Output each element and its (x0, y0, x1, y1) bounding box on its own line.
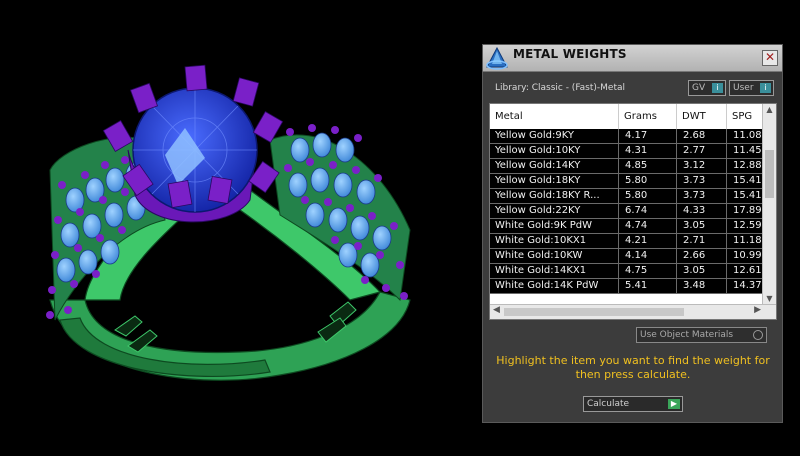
cell-dwt: 3.73 (676, 189, 705, 204)
cell-metal: Yellow Gold:10KY (495, 145, 581, 156)
cell-metal: Yellow Gold:9KY (495, 130, 574, 141)
cell-spg: 11.45 (726, 144, 762, 159)
cell-metal: White Gold:14KX1 (495, 265, 587, 276)
panel-title: METAL WEIGHTS (513, 47, 627, 61)
table-header: Metal Grams DWT SPG (490, 104, 764, 130)
cell-grams: 5.80 (618, 189, 647, 204)
user-toggle-label: User (733, 83, 754, 93)
cell-metal: Yellow Gold:14KY (495, 160, 581, 171)
column-header-grams[interactable]: Grams (624, 111, 657, 122)
cell-spg: 17.89 (726, 204, 762, 219)
cell-grams: 4.31 (618, 144, 647, 159)
cell-dwt: 3.73 (676, 174, 705, 189)
column-header-spg[interactable]: SPG (732, 111, 752, 122)
panel-titlebar[interactable]: METAL WEIGHTS ✕ (483, 45, 782, 72)
instruction-text: Highlight the item you want to find the … (496, 354, 770, 381)
vertical-scrollbar[interactable]: ▲ ▼ (762, 104, 776, 304)
cell-spg: 15.41 (726, 189, 762, 204)
gv-toggle-label: GV (692, 83, 706, 93)
3d-viewport[interactable] (0, 0, 480, 452)
gv-toggle[interactable]: GV i (688, 80, 726, 96)
metal-weights-panel: METAL WEIGHTS ✕ Library: Classic - (Fast… (482, 44, 783, 423)
cell-grams: 4.75 (618, 264, 647, 279)
metal-table[interactable]: Metal Grams DWT SPG Yellow Gold:9KY 4.17 2… (489, 103, 777, 320)
column-header-dwt[interactable]: DWT (682, 111, 706, 122)
cell-grams: 6.74 (618, 204, 647, 219)
table-row[interactable]: White Gold:14KX1 4.75 3.05 12.61 (490, 264, 764, 279)
cell-grams: 4.74 (618, 219, 647, 234)
horizontal-scroll-thumb[interactable] (504, 308, 684, 316)
cell-spg: 12.61 (726, 264, 762, 279)
cell-metal: White Gold:10KX1 (495, 235, 587, 246)
scroll-left-icon[interactable]: ◀ (493, 305, 500, 315)
use-object-materials-option[interactable]: Use Object Materials (636, 327, 767, 343)
cell-grams: 5.80 (618, 174, 647, 189)
calculate-label: Calculate (587, 399, 630, 409)
cell-spg: 12.88 (726, 159, 762, 174)
play-arrow-icon[interactable]: ▶ (668, 399, 680, 409)
cell-grams: 4.21 (618, 234, 647, 249)
cell-grams: 4.85 (618, 159, 647, 174)
cell-dwt: 3.05 (676, 264, 705, 279)
cell-metal: White Gold:9K PdW (495, 220, 592, 231)
table-row[interactable]: White Gold:10KW 4.14 2.66 10.99 (490, 249, 764, 264)
scroll-right-icon[interactable]: ▶ (754, 305, 761, 315)
scroll-up-icon[interactable]: ▲ (764, 105, 775, 114)
info-icon[interactable]: i (760, 83, 771, 93)
app-logo-icon (486, 46, 508, 70)
table-row[interactable]: White Gold:10KX1 4.21 2.71 11.18 (490, 234, 764, 249)
cell-metal: White Gold:14K PdW (495, 280, 599, 291)
table-row[interactable]: Yellow Gold:18KY 5.80 3.73 15.41 (490, 174, 764, 189)
table-body: Yellow Gold:9KY 4.17 2.68 11.08 Yellow Gold:… (490, 129, 764, 294)
cell-spg: 14.37 (726, 279, 762, 294)
info-icon[interactable]: i (712, 83, 723, 93)
user-toggle[interactable]: User i (729, 80, 774, 96)
cell-grams: 5.41 (618, 279, 647, 294)
close-icon[interactable]: ✕ (762, 50, 778, 66)
calculate-control[interactable]: Calculate ▶ (583, 396, 683, 412)
cell-grams: 4.17 (618, 129, 647, 144)
table-row[interactable]: Yellow Gold:14KY 4.85 3.12 12.88 (490, 159, 764, 174)
cell-dwt: 3.48 (676, 279, 705, 294)
radio-icon[interactable] (753, 330, 763, 340)
horizontal-scrollbar[interactable]: ◀ ▶ (490, 304, 776, 319)
cell-spg: 10.99 (726, 249, 762, 264)
cell-metal: Yellow Gold:18KY R... (495, 190, 600, 201)
table-row[interactable]: Yellow Gold:10KY 4.31 2.77 11.45 (490, 144, 764, 159)
ring-render (46, 64, 411, 381)
use-object-materials-label: Use Object Materials (640, 330, 734, 340)
cell-dwt: 3.12 (676, 159, 705, 174)
cell-spg: 12.59 (726, 219, 762, 234)
cell-dwt: 4.33 (676, 204, 705, 219)
cell-metal: Yellow Gold:18KY (495, 175, 581, 186)
cell-metal: Yellow Gold:22KY (495, 205, 581, 216)
table-row[interactable]: Yellow Gold:18KY R... 5.80 3.73 15.41 (490, 189, 764, 204)
cell-dwt: 2.68 (676, 129, 705, 144)
table-row[interactable]: Yellow Gold:9KY 4.17 2.68 11.08 (490, 129, 764, 144)
cell-dwt: 2.77 (676, 144, 705, 159)
cell-spg: 15.41 (726, 174, 762, 189)
table-row[interactable]: White Gold:9K PdW 4.74 3.05 12.59 (490, 219, 764, 234)
cell-dwt: 3.05 (676, 219, 705, 234)
cell-metal: White Gold:10KW (495, 250, 583, 261)
library-label: Library: Classic - (Fast)-Metal (495, 83, 626, 93)
scroll-down-icon[interactable]: ▼ (764, 294, 775, 303)
cell-grams: 4.14 (618, 249, 647, 264)
cell-dwt: 2.66 (676, 249, 705, 264)
table-row[interactable]: Yellow Gold:22KY 6.74 4.33 17.89 (490, 204, 764, 219)
vertical-scroll-thumb[interactable] (765, 150, 774, 198)
cell-dwt: 2.71 (676, 234, 705, 249)
cell-spg: 11.18 (726, 234, 762, 249)
column-header-metal[interactable]: Metal (495, 111, 523, 122)
table-row[interactable]: White Gold:14K PdW 5.41 3.48 14.37 (490, 279, 764, 294)
cell-spg: 11.08 (726, 129, 762, 144)
